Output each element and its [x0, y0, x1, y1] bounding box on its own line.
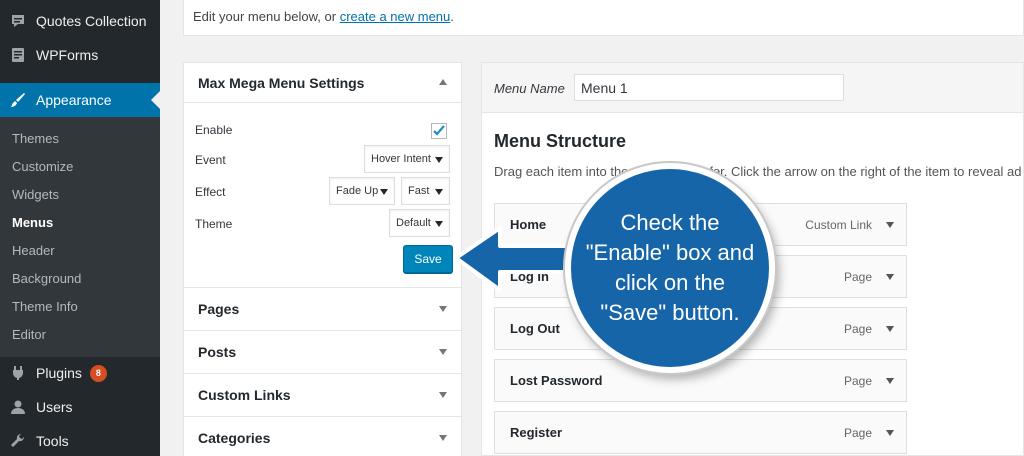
- sidebar-item-tools[interactable]: Tools: [0, 424, 160, 456]
- enable-label: Enable: [195, 123, 233, 137]
- plugin-icon: [0, 365, 36, 381]
- sidebar-item-label: Quotes Collection: [36, 13, 147, 29]
- submenu-header[interactable]: Header: [12, 243, 55, 258]
- max-mega-menu-settings-panel: Max Mega Menu Settings Enable Event Hove…: [183, 62, 462, 288]
- submenu-theme-info[interactable]: Theme Info: [12, 299, 78, 314]
- sidebar-item-users[interactable]: Users: [0, 390, 160, 424]
- expand-arrow-icon[interactable]: [886, 274, 894, 280]
- expand-arrow-icon: [439, 392, 447, 398]
- expand-arrow-icon: [439, 349, 447, 355]
- menu-name-input[interactable]: Menu 1: [574, 74, 844, 101]
- create-new-menu-link[interactable]: create a new menu: [340, 9, 451, 24]
- event-label: Event: [195, 153, 226, 167]
- accordion-categories[interactable]: Categories: [183, 417, 462, 456]
- sidebar-item-label: Appearance: [36, 92, 112, 108]
- submenu-background[interactable]: Background: [12, 271, 81, 286]
- sidebar-item-label: Plugins: [36, 365, 82, 381]
- enable-checkbox[interactable]: [431, 123, 447, 139]
- dropdown-arrow-icon: [435, 221, 443, 227]
- update-count-badge: 8: [89, 364, 107, 382]
- dropdown-arrow-icon: [435, 189, 443, 195]
- checkmark-icon: [433, 125, 445, 136]
- dropdown-arrow-icon: [435, 157, 443, 163]
- effect-label: Effect: [195, 185, 226, 199]
- collapse-arrow-icon[interactable]: [439, 79, 447, 85]
- sidebar-item-quotes-collection[interactable]: Quotes Collection: [0, 4, 160, 38]
- forms-icon: [0, 47, 36, 63]
- menu-structure-description: Drag each item into the order you prefer…: [494, 164, 1022, 179]
- quote-icon: [0, 13, 36, 29]
- accordion-pages[interactable]: Pages: [183, 288, 462, 331]
- expand-arrow-icon[interactable]: [886, 378, 894, 384]
- effect-speed-select[interactable]: Fast: [401, 177, 450, 205]
- sidebar-item-label: Users: [36, 399, 73, 415]
- submenu-themes[interactable]: Themes: [12, 131, 59, 146]
- menu-name-label: Menu Name: [494, 81, 565, 96]
- notice-text: Edit your menu below, or create a new me…: [193, 9, 454, 24]
- sidebar-item-wpforms[interactable]: WPForms: [0, 38, 160, 72]
- menu-structure-title: Menu Structure: [494, 131, 627, 151]
- accordion-posts[interactable]: Posts: [183, 331, 462, 374]
- settings-panel-title: Max Mega Menu Settings: [198, 75, 365, 91]
- sidebar-item-label: Tools: [36, 433, 69, 449]
- submenu-widgets[interactable]: Widgets: [12, 187, 59, 202]
- submenu-menus[interactable]: Menus: [12, 215, 53, 230]
- admin-sidebar: Quotes Collection WPForms Appearance The…: [0, 0, 160, 456]
- user-icon: [0, 399, 36, 415]
- menu-item[interactable]: Register Page: [494, 411, 907, 454]
- theme-label: Theme: [195, 217, 233, 231]
- sidebar-item-plugins[interactable]: Plugins 8: [0, 356, 160, 390]
- dropdown-arrow-icon: [380, 189, 388, 195]
- expand-arrow-icon[interactable]: [886, 326, 894, 332]
- submenu-customize[interactable]: Customize: [12, 159, 73, 174]
- expand-arrow-icon: [439, 306, 447, 312]
- event-select[interactable]: Hover Intent: [364, 145, 450, 173]
- instruction-callout: Check the "Enable" box and click on the …: [565, 163, 775, 373]
- wrench-icon: [0, 433, 36, 449]
- save-button[interactable]: Save: [403, 245, 453, 273]
- sidebar-item-appearance[interactable]: Appearance: [0, 83, 160, 117]
- expand-arrow-icon[interactable]: [886, 222, 894, 228]
- expand-arrow-icon[interactable]: [886, 430, 894, 436]
- paintbrush-icon: [0, 91, 36, 109]
- settings-panel-header[interactable]: Max Mega Menu Settings: [184, 63, 461, 103]
- expand-arrow-icon: [439, 435, 447, 441]
- theme-select[interactable]: Default: [389, 209, 450, 237]
- submenu-editor[interactable]: Editor: [12, 327, 46, 342]
- appearance-submenu: Themes Customize Widgets Menus Header Ba…: [0, 117, 160, 357]
- sidebar-item-label: WPForms: [36, 47, 99, 63]
- menu-name-bar: Menu Name Menu 1: [482, 63, 1023, 113]
- effect-select[interactable]: Fade Up: [329, 177, 395, 205]
- callout-text: Check the "Enable" box and click on the …: [585, 210, 755, 325]
- accordion-custom-links[interactable]: Custom Links: [183, 374, 462, 417]
